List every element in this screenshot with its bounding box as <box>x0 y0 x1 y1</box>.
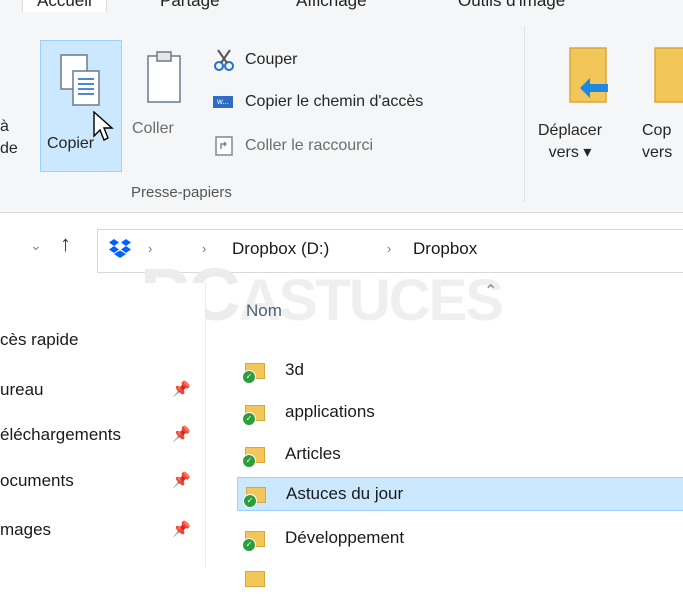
copy-folder-icon <box>654 47 683 103</box>
file-name: Astuces du jour <box>286 484 404 503</box>
cut-label: Couper <box>245 51 298 68</box>
move-to-label-line1: Déplacer <box>538 122 603 139</box>
copy-icon <box>60 54 100 106</box>
nav-item-label: cès rapide <box>0 330 79 349</box>
synced-folder-icon: ✓ <box>243 484 268 508</box>
paste-shortcut-icon <box>215 136 233 156</box>
paste-shortcut-label: Coller le raccourci <box>245 137 374 154</box>
nav-item-downloads[interactable]: éléchargements 📌 <box>0 425 200 445</box>
file-name: Articles <box>285 444 341 463</box>
pin-quick-access-button[interactable]: à de <box>0 116 18 160</box>
pin-icon: 📌 <box>172 521 191 538</box>
copy-button[interactable]: Copier <box>40 40 122 172</box>
copy-path-icon: w... <box>213 96 233 108</box>
file-name: applications <box>285 402 375 421</box>
nav-item-pictures[interactable]: mages 📌 <box>0 520 200 540</box>
tab-picture-tools[interactable]: Outils d'image <box>458 0 565 11</box>
navigation-pane: cès rapide ureau 📌 éléchargements 📌 ocumen… <box>0 283 206 567</box>
file-list: ⌃ Nom ✓ 3d ✓ applications ✓ Articles ✓ A… <box>206 283 683 587</box>
pin-label-line2: de <box>0 140 18 157</box>
move-folder-icon <box>569 47 608 103</box>
file-row-selected[interactable]: ✓ Astuces du jour <box>237 477 683 511</box>
file-row[interactable]: ✓ 3d <box>237 353 683 387</box>
nav-item-quick-access[interactable]: cès rapide <box>0 330 200 350</box>
pin-icon: 📌 <box>172 426 191 443</box>
synced-folder-icon: ✓ <box>242 360 267 384</box>
nav-item-label: mages <box>0 520 52 539</box>
clipboard-icon <box>147 51 181 103</box>
nav-item-desktop[interactable]: ureau 📌 <box>0 380 200 400</box>
file-row[interactable]: ✓ applications <box>237 395 683 429</box>
up-arrow-icon[interactable]: ↑ <box>60 231 71 257</box>
file-row[interactable]: ✓ Articles <box>237 437 683 471</box>
sort-ascending-icon: ⌃ <box>484 283 498 300</box>
scissors-icon <box>214 49 234 71</box>
cut-button[interactable]: Couper <box>213 48 297 72</box>
copy-path-button[interactable]: w... Copier le chemin d'accès <box>213 93 423 111</box>
paste-label: Coller <box>132 120 174 137</box>
pin-label-line1: à <box>0 118 9 135</box>
file-name: 3d <box>285 360 304 379</box>
synced-folder-icon: ✓ <box>242 528 267 552</box>
mouse-cursor-icon <box>93 110 114 141</box>
paste-button[interactable]: Coller <box>130 40 194 172</box>
synced-folder-icon <box>245 568 267 588</box>
nav-item-documents[interactable]: ocuments 📌 <box>0 471 200 491</box>
tab-share[interactable]: Partage <box>160 0 220 11</box>
nav-item-label: ureau <box>0 380 44 399</box>
move-to-label-line2: vers ▾ <box>548 144 592 161</box>
move-to-button[interactable]: Déplacer vers ▾ <box>534 40 636 180</box>
synced-folder-icon: ✓ <box>242 444 267 468</box>
file-row[interactable] <box>237 561 683 595</box>
dropbox-icon <box>109 239 131 258</box>
copy-to-button[interactable]: Cop vers <box>640 40 683 180</box>
clipboard-group-label: Presse-papiers <box>131 184 232 201</box>
pin-icon: 📌 <box>172 381 191 398</box>
nav-item-label: éléchargements <box>0 425 121 444</box>
copy-to-label-line2: vers <box>642 144 673 161</box>
synced-folder-icon: ✓ <box>242 402 267 426</box>
copy-to-label-line1: Cop <box>642 122 672 139</box>
tab-view[interactable]: Affichage <box>296 0 367 11</box>
file-row[interactable]: ✓ Développement <box>237 521 683 555</box>
column-header-name[interactable]: Nom <box>246 301 282 321</box>
nav-item-label: ocuments <box>0 471 74 490</box>
paste-shortcut-button[interactable]: Coller le raccourci <box>215 136 373 156</box>
copy-label: Copier <box>47 135 95 152</box>
pin-icon: 📌 <box>172 472 191 489</box>
recent-locations-chevron-icon[interactable]: ⌄ <box>30 237 42 254</box>
copy-path-label: Copier le chemin d'accès <box>245 93 424 110</box>
ribbon-group-divider <box>524 26 525 202</box>
ribbon: à de Copier Coller Couper w... Copier le… <box>0 12 683 213</box>
file-name: Développement <box>285 528 405 547</box>
